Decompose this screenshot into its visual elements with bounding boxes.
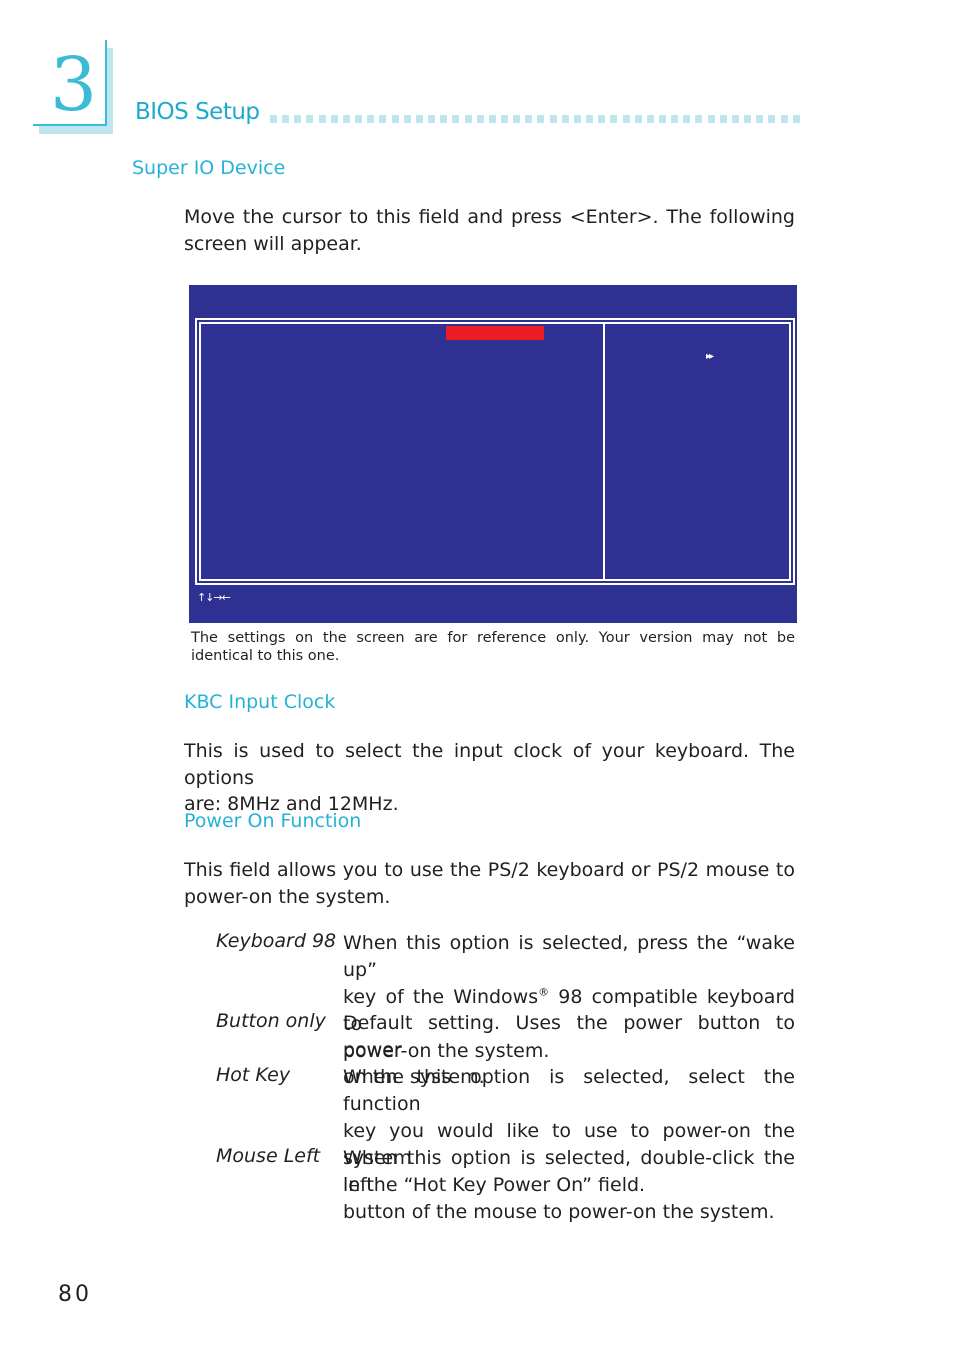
- definition-line-part: key of the Windows: [343, 986, 539, 1008]
- caption-line2: identical to this one.: [191, 648, 340, 664]
- option-term-button-only: Button only: [216, 1010, 326, 1032]
- definition-line: Default setting. Uses the power button t…: [343, 1012, 795, 1061]
- option-term-keyboard-98: Keyboard 98: [216, 930, 337, 952]
- page-number: 80: [58, 1282, 92, 1307]
- section-heading-power-on-function: Power On Function: [184, 810, 362, 832]
- registered-trademark: ®: [538, 985, 550, 999]
- definition-line: When this option is selected, double-cli…: [343, 1147, 795, 1196]
- definition-line: When this option is selected, select the…: [343, 1066, 795, 1115]
- power-on-function-description: This field allows you to use the PS/2 ke…: [184, 857, 795, 910]
- bios-selected-item-highlight: [446, 326, 544, 340]
- bios-frame-inner: [199, 322, 791, 581]
- power-on-description-line2: power-on the system.: [184, 885, 391, 908]
- option-definition-mouse-left: When this option is selected, double-cli…: [343, 1145, 795, 1226]
- bios-screen-caption: The settings on the screen are for refer…: [191, 629, 795, 665]
- chapter-title: BIOS Setup: [135, 99, 260, 125]
- super-io-description-line1: Move the cursor to this field and press …: [184, 206, 795, 228]
- definition-line: button of the mouse to power-on the syst…: [343, 1201, 775, 1223]
- section-heading-kbc-input-clock: KBC Input Clock: [184, 691, 336, 713]
- definition-line: When this option is selected, press the …: [343, 932, 795, 981]
- kbc-description-line1: This is used to select the input clock o…: [184, 740, 795, 789]
- super-io-description-line2: screen will appear.: [184, 232, 362, 255]
- option-term-mouse-left: Mouse Left: [216, 1145, 321, 1167]
- section-heading-super-io-device: Super IO Device: [132, 157, 286, 179]
- caption-line1: The settings on the screen are for refer…: [191, 630, 795, 646]
- chapter-title-dotted-rule: [270, 115, 800, 124]
- kbc-input-clock-description: This is used to select the input clock o…: [184, 738, 795, 818]
- option-term-hot-key: Hot Key: [216, 1064, 291, 1086]
- navigation-arrows-icon: ↑↓→←: [197, 591, 231, 604]
- chapter-number: 3: [50, 42, 98, 128]
- super-io-description: Move the cursor to this field and press …: [184, 204, 795, 257]
- power-on-description-line1: This field allows you to use the PS/2 ke…: [184, 859, 795, 881]
- bios-panel-divider: [603, 322, 605, 581]
- submenu-arrow-icon: ▸▸: [706, 351, 714, 362]
